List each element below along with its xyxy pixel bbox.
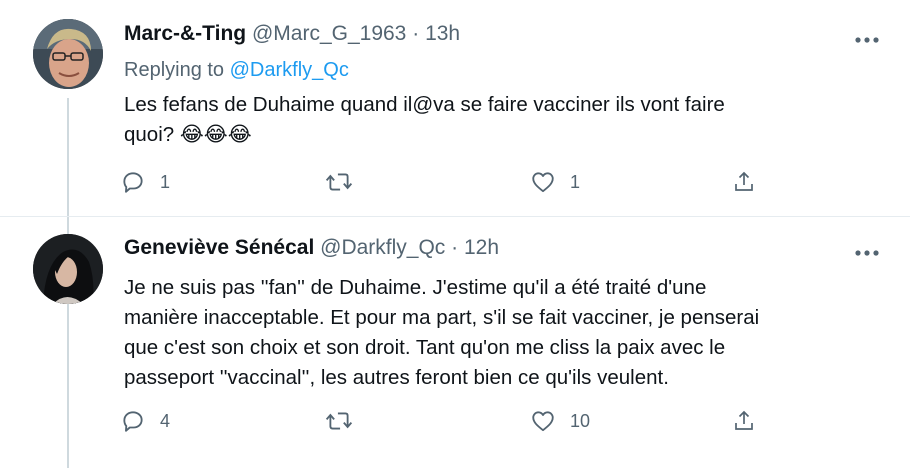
- separator-dot: ·: [412, 22, 420, 45]
- heart-icon: [532, 172, 554, 193]
- tweet-text: Je ne suis pas ''fan'' de Duhaime. J'est…: [124, 276, 760, 389]
- more-icon: [855, 37, 879, 43]
- like-button[interactable]: 10: [530, 406, 590, 436]
- retweet-icon: [325, 173, 353, 191]
- replying-label: Replying to: [124, 59, 225, 81]
- tweet-text: Les fefans de Duhaime quand il@va se fai…: [124, 93, 725, 146]
- display-name[interactable]: Marc-&-Ting: [124, 22, 246, 45]
- reply-button[interactable]: 4: [120, 406, 170, 436]
- heart-icon: [532, 411, 554, 432]
- user-handle[interactable]: @Darkfly_Qc: [320, 236, 445, 259]
- timestamp[interactable]: 13h: [425, 22, 460, 45]
- like-count: 1: [570, 171, 581, 192]
- tweet-actions: 4 10: [120, 406, 770, 436]
- retweet-button[interactable]: [325, 406, 367, 436]
- separator-dot: ·: [451, 236, 459, 259]
- like-button[interactable]: 1: [530, 167, 580, 197]
- display-name[interactable]: Geneviève Sénécal: [124, 236, 314, 259]
- reply-icon: [123, 411, 143, 432]
- reply-icon: [123, 172, 143, 193]
- retweet-icon: [325, 412, 353, 430]
- share-button[interactable]: [732, 167, 756, 197]
- share-icon: [735, 410, 753, 430]
- reply-button[interactable]: 1: [120, 167, 170, 197]
- replying-to: Replying to @Darkfly_Qc: [124, 59, 349, 82]
- share-icon: [735, 171, 753, 191]
- more-icon: [855, 250, 879, 256]
- avatar[interactable]: [33, 19, 103, 89]
- more-options-button[interactable]: [854, 244, 880, 256]
- tweet-header: Marc-&-Ting @Marc_G_1963 · 13h: [124, 22, 460, 46]
- tweet-header: Geneviève Sénécal @Darkfly_Qc · 12h: [124, 236, 499, 260]
- like-count: 10: [570, 410, 591, 431]
- tweet-genevieve[interactable]: Geneviève Sénécal @Darkfly_Qc · 12h Je n…: [0, 217, 910, 468]
- share-button[interactable]: [732, 406, 756, 436]
- tweet-marc[interactable]: Marc-&-Ting @Marc_G_1963 · 13h Replying …: [0, 0, 910, 217]
- more-options-button[interactable]: [854, 31, 880, 43]
- tweet-actions: 1 1: [120, 167, 770, 197]
- reply-count: 1: [160, 171, 171, 192]
- timestamp[interactable]: 12h: [464, 236, 499, 259]
- avatar[interactable]: [33, 234, 103, 304]
- replying-mention-link[interactable]: @Darkfly_Qc: [230, 59, 349, 81]
- user-handle[interactable]: @Marc_G_1963: [252, 22, 406, 45]
- retweet-button[interactable]: [325, 167, 367, 197]
- reply-count: 4: [160, 410, 171, 431]
